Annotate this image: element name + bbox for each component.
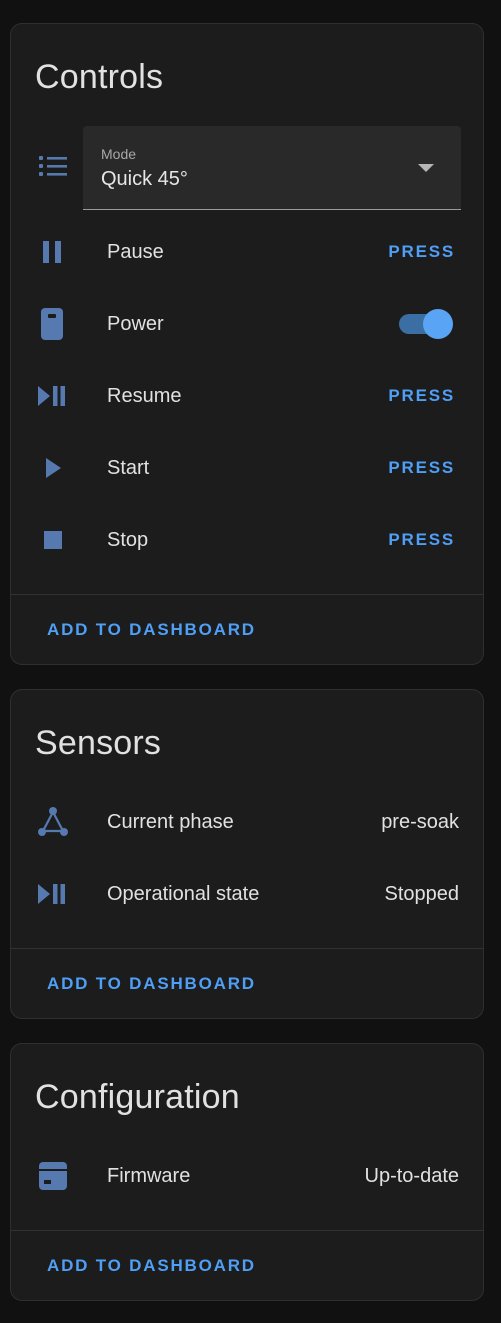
power-label: Power [107,313,164,335]
control-row-pause: Pause PRESS [11,216,483,288]
state-machine-icon [35,804,71,840]
config-row-firmware: Firmware Up-to-date [11,1140,483,1212]
start-press-button[interactable]: PRESS [388,432,455,504]
package-icon [35,1158,71,1194]
stop-label: Stop [107,529,149,551]
chevron-down-icon [418,164,434,172]
controls-add-to-dashboard-button[interactable]: ADD TO DASHBOARD [47,620,256,640]
current-phase-label: Current phase [107,811,234,833]
controls-divider [11,594,483,595]
pause-press-button[interactable]: PRESS [388,216,455,288]
sensors-add-to-dashboard-button[interactable]: ADD TO DASHBOARD [47,974,256,994]
play-icon [35,454,71,482]
power-toggle[interactable] [399,309,453,339]
sensors-divider [11,948,483,949]
controls-card: Controls Mode Quick 45° Pause PRESS Powe… [10,23,484,665]
current-phase-value: pre-soak [381,811,459,833]
pause-icon [35,238,71,266]
configuration-title: Configuration [35,1078,240,1116]
control-row-power: Power [11,288,483,360]
firmware-value: Up-to-date [364,1165,460,1187]
format-list-bulleted-icon [37,152,69,180]
resume-label: Resume [107,385,182,407]
sensor-row-current-phase: Current phase pre-soak [11,786,483,858]
mode-select-label: Mode [101,146,137,162]
play-pause-icon [35,382,71,410]
control-row-start: Start PRESS [11,432,483,504]
mode-select[interactable]: Mode Quick 45° [83,126,461,210]
configuration-add-to-dashboard-button[interactable]: ADD TO DASHBOARD [47,1256,256,1276]
operational-state-label: Operational state [107,883,260,905]
stop-press-button[interactable]: PRESS [388,504,455,576]
sensor-row-operational-state: Operational state Stopped [11,858,483,930]
mode-select-value: Quick 45° [101,168,188,190]
operational-state-value: Stopped [384,883,459,905]
sensors-title: Sensors [35,724,162,762]
play-pause-icon [35,880,71,908]
configuration-card: Configuration Firmware Up-to-date ADD TO… [10,1043,484,1301]
power-device-icon [35,306,71,342]
control-row-stop: Stop PRESS [11,504,483,576]
pause-label: Pause [107,241,164,263]
stop-icon [35,526,71,554]
sensors-card: Sensors Current phase pre-soak Operation… [10,689,484,1019]
resume-press-button[interactable]: PRESS [388,360,455,432]
controls-title: Controls [35,58,164,96]
control-row-resume: Resume PRESS [11,360,483,432]
configuration-divider [11,1230,483,1231]
power-toggle-thumb [423,309,453,339]
start-label: Start [107,457,150,479]
firmware-label: Firmware [107,1165,191,1187]
